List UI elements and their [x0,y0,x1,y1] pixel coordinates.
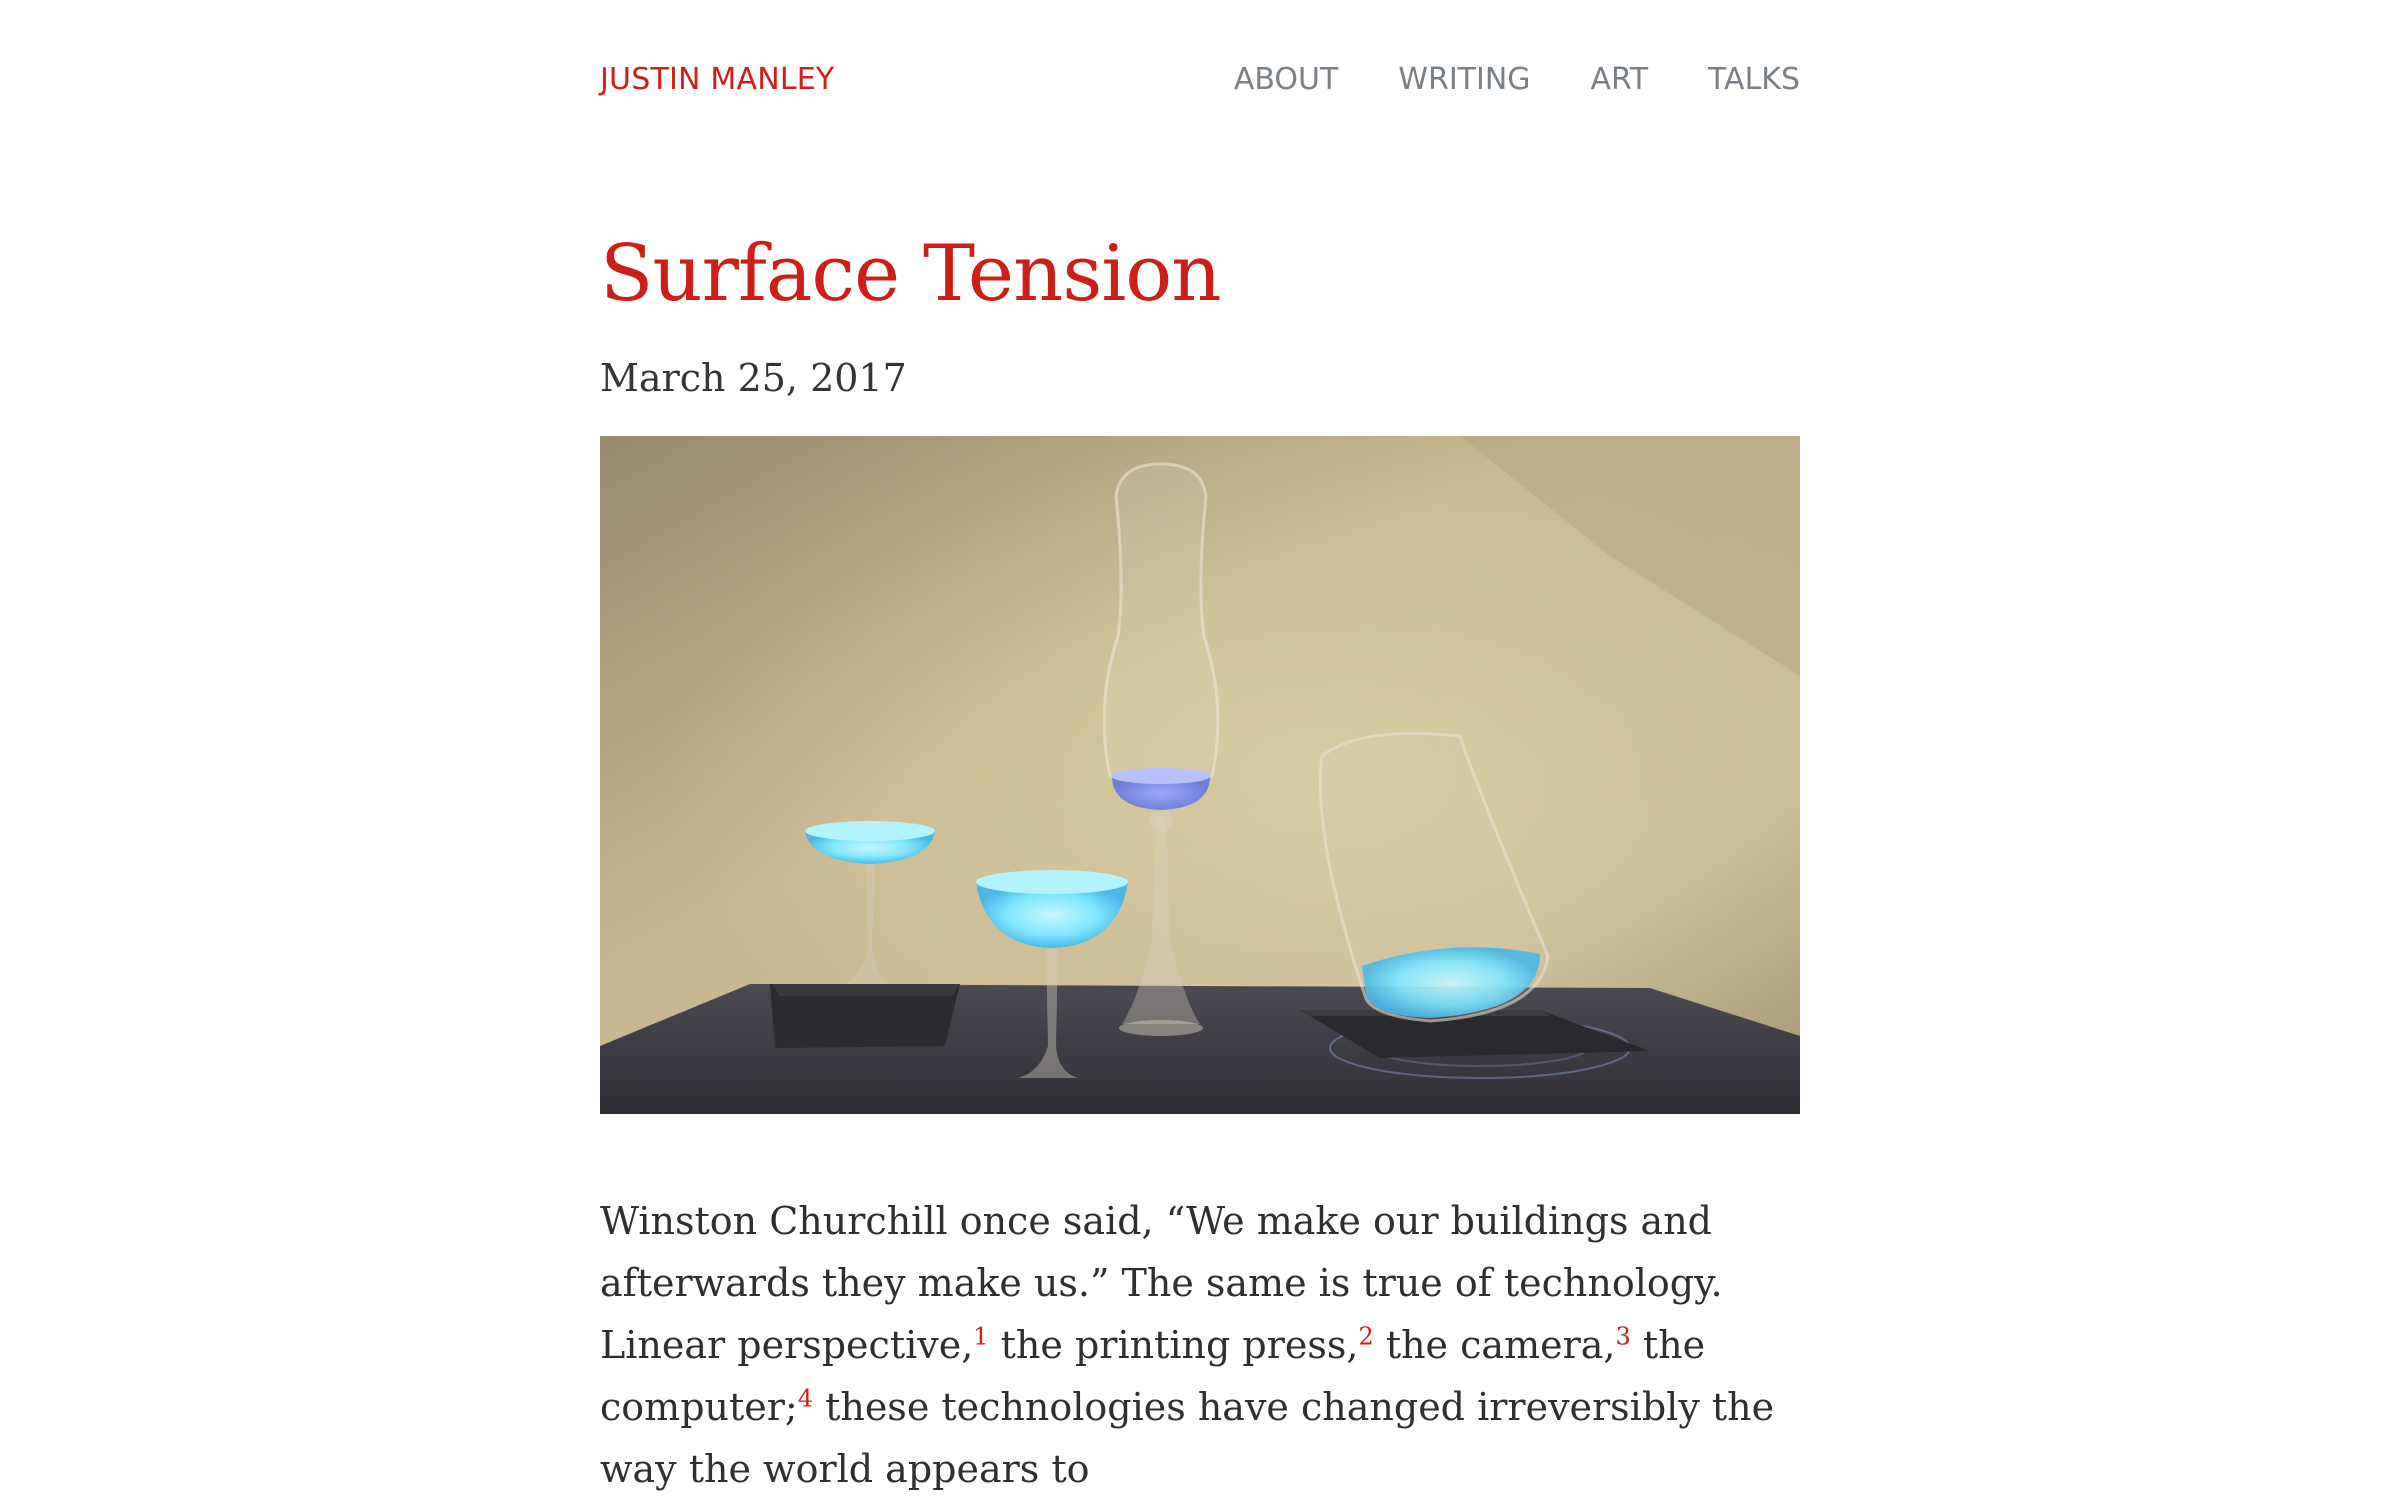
post-date: March 25, 2017 [600,356,907,400]
site-header: JUSTIN MANLEY ABOUT WRITING ART TALKS [600,0,1800,170]
body-text-2: the printing press, [988,1323,1359,1367]
post-body: Winston Churchill once said, “We make ou… [600,1190,1800,1500]
site-title-link[interactable]: JUSTIN MANLEY [600,62,834,97]
footnote-link-2[interactable]: 2 [1358,1322,1373,1350]
main-nav: ABOUT WRITING ART TALKS [1234,62,1800,97]
body-text-3: the camera, [1373,1323,1616,1367]
nav-talks[interactable]: TALKS [1708,62,1800,97]
hero-image [600,436,1800,1114]
page-container: JUSTIN MANLEY ABOUT WRITING ART TALKS Su… [600,0,1800,1491]
nav-art[interactable]: ART [1591,62,1649,97]
nav-writing[interactable]: WRITING [1398,62,1530,97]
nav-about[interactable]: ABOUT [1234,62,1338,97]
footnote-link-3[interactable]: 3 [1615,1322,1630,1350]
footnote-link-4[interactable]: 4 [798,1384,813,1412]
footnote-link-1[interactable]: 1 [973,1322,988,1350]
post-title: Surface Tension [600,229,1222,319]
